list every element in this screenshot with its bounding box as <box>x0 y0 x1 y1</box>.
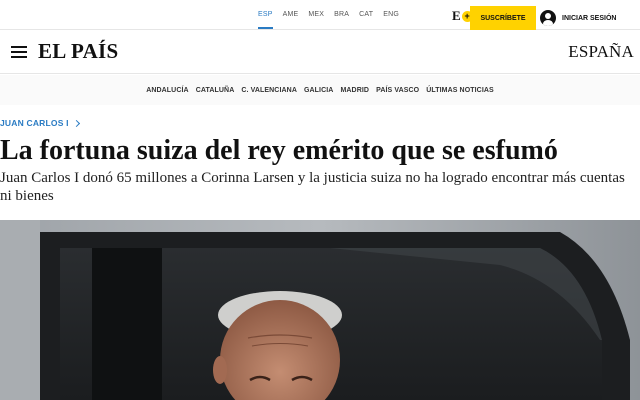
chevron-right-icon <box>72 119 80 127</box>
nav-item-cataluna[interactable]: CATALUÑA <box>196 87 235 94</box>
login-button[interactable]: INICIAR SESIÓN <box>540 6 616 30</box>
page-title: La fortuna suiza del rey emérito que se … <box>0 135 558 166</box>
nav-item-c-valenciana[interactable]: C. VALENCIANA <box>241 87 297 94</box>
nav-item-galicia[interactable]: GALICIA <box>304 87 333 94</box>
el-pais-logo[interactable]: EL PAÍS <box>38 39 119 64</box>
user-icon <box>540 10 556 26</box>
login-label: INICIAR SESIÓN <box>562 14 617 22</box>
breadcrumb[interactable]: JUAN CARLOS I <box>0 118 80 128</box>
edition-bar: ESP AME MEX BRA CAT ENG E + SUSCRÍBETE I… <box>0 0 640 30</box>
lead-photo[interactable] <box>0 220 640 400</box>
subscribe-button[interactable]: SUSCRÍBETE <box>470 6 536 30</box>
section-title[interactable]: ESPAÑA <box>568 42 634 62</box>
article-subheadline: Juan Carlos I donó 65 millones a Corinna… <box>0 170 625 204</box>
article-tag[interactable]: JUAN CARLOS I <box>0 118 69 128</box>
menu-icon[interactable] <box>11 46 27 58</box>
nav-item-andalucia[interactable]: ANDALUCÍA <box>146 87 189 94</box>
nav-item-pais-vasco[interactable]: PAÍS VASCO <box>376 87 419 94</box>
edition-eng[interactable]: ENG <box>383 0 399 30</box>
edition-mex[interactable]: MEX <box>308 0 324 30</box>
masthead: EL PAÍS ESPAÑA <box>0 30 640 74</box>
edition-cat[interactable]: CAT <box>359 0 373 30</box>
edition-selector: ESP AME MEX BRA CAT ENG <box>258 0 409 30</box>
eplus-letter: E <box>452 8 461 23</box>
lead-photo-image <box>0 220 640 400</box>
edition-esp[interactable]: ESP <box>258 0 273 30</box>
regional-nav: ANDALUCÍA CATALUÑA C. VALENCIANA GALICIA… <box>0 75 640 105</box>
nav-item-ultimas-noticias[interactable]: ÚLTIMAS NOTICIAS <box>426 87 494 94</box>
nav-item-madrid[interactable]: MADRID <box>340 87 369 94</box>
edition-ame[interactable]: AME <box>283 0 299 30</box>
edition-bra[interactable]: BRA <box>334 0 349 30</box>
